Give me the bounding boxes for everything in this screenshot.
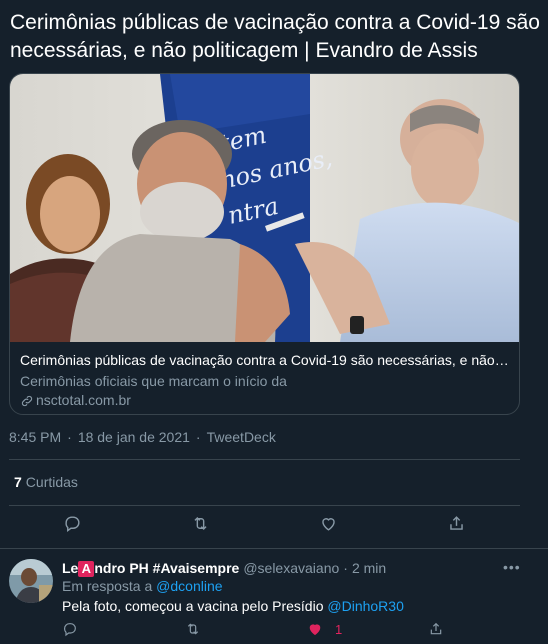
reply-to: Em resposta a @dconline [62, 578, 223, 594]
like-icon [309, 624, 321, 636]
reply-mention[interactable]: @DinhoR30 [327, 598, 403, 614]
reply-reply-button[interactable] [62, 621, 78, 637]
reply-handle[interactable]: @selexavaiano [243, 559, 339, 577]
card-description: Cerimônias oficiais que marcam o início … [20, 373, 287, 389]
retweet-button[interactable] [191, 514, 210, 533]
reply-like-count: 1 [335, 621, 343, 637]
card-domain: nsctotal.com.br [20, 391, 509, 410]
reply-like-button[interactable]: 1 [307, 621, 342, 637]
reply-button[interactable] [63, 514, 82, 533]
tweet-text: Cerimônias públicas de vacinação contra … [10, 11, 540, 62]
avatar-image [9, 559, 53, 603]
more-icon[interactable]: ••• [503, 559, 521, 575]
reply-to-label: Em resposta a [62, 578, 153, 594]
avatar[interactable] [9, 559, 53, 603]
tweet-time[interactable]: 8:45 PM [9, 429, 61, 445]
reply-time[interactable]: 2 min [352, 559, 386, 577]
reply-text-content: Pela foto, começou a vacina pelo Presídi… [62, 598, 324, 614]
meta-separator: · [67, 429, 72, 445]
divider [9, 459, 520, 460]
reply-display-name[interactable]: Le Andro PH #Avaisempre [62, 559, 239, 577]
card-image: tem nos anos, ntra [10, 74, 519, 342]
reply-header: Le Andro PH #Avaisempre @selexavaiano · 2… [62, 559, 386, 577]
divider [9, 505, 520, 506]
tweet-source[interactable]: TweetDeck [207, 429, 276, 445]
reply-share-button[interactable] [428, 621, 444, 637]
retweet-icon [187, 623, 199, 635]
likes-count: 7 [14, 474, 22, 490]
reply-icon [65, 516, 80, 533]
tweet-actions [0, 514, 548, 540]
card-title: Cerimônias públicas de vacinação contra … [20, 352, 509, 368]
card-domain-text: nsctotal.com.br [36, 392, 131, 408]
reply-to-handle[interactable]: @dconline [156, 578, 222, 594]
share-button[interactable] [447, 514, 466, 533]
reply-retweet-button[interactable] [185, 621, 201, 637]
like-icon [322, 518, 335, 531]
reply-actions: 1 [0, 621, 548, 644]
likes-label: Curtidas [25, 474, 78, 490]
tweet-meta: 8:45 PM · 18 de jan de 2021 · TweetDeck [9, 429, 276, 445]
share-icon [450, 516, 463, 530]
tweet-date[interactable]: 18 de jan de 2021 [78, 429, 190, 445]
retweet-icon [194, 516, 207, 531]
link-icon [21, 395, 33, 406]
divider [0, 548, 548, 549]
like-button[interactable] [319, 514, 338, 533]
meta-separator: · [343, 560, 348, 576]
share-icon [430, 622, 442, 635]
likes-stat[interactable]: 7 Curtidas [14, 474, 78, 490]
reply-name-suffix: ndro PH #Avaisempre [94, 560, 240, 576]
reply-name-prefix: Le [62, 560, 79, 576]
reply-icon [64, 623, 76, 637]
link-card[interactable]: tem nos anos, ntra Cerimônias públicas d… [9, 73, 520, 415]
meta-separator: · [195, 429, 201, 445]
reply-text: Pela foto, começou a vacina pelo Presídi… [62, 597, 404, 615]
letter-a-emoji: A [78, 561, 95, 577]
